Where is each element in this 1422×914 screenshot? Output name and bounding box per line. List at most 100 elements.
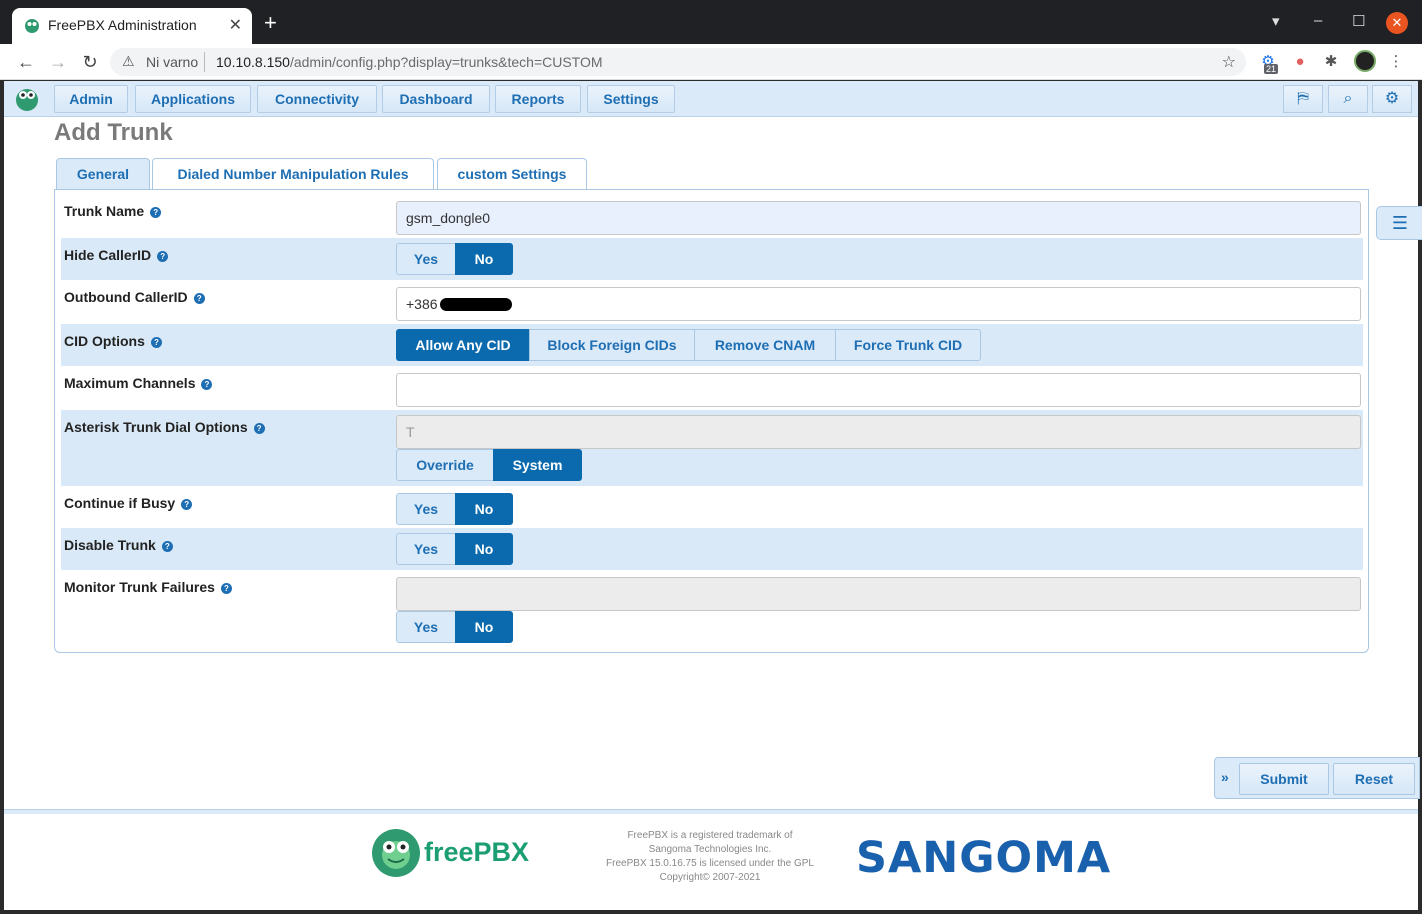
cid-options-toggle: Allow Any CID Block Foreign CIDs Remove … xyxy=(396,329,981,361)
hide-callerid-toggle: Yes No xyxy=(396,243,513,275)
security-label[interactable]: Ni varno xyxy=(146,54,198,70)
menu-reports[interactable]: Reports xyxy=(495,85,581,113)
hide-callerid-row: Hide CallerID? Yes No xyxy=(61,238,1363,280)
continue-if-busy-no[interactable]: No xyxy=(455,493,513,525)
forward-icon[interactable]: → xyxy=(46,50,70,74)
profile-avatar[interactable] xyxy=(1354,50,1376,72)
tab-dialed-number-rules[interactable]: Dialed Number Manipulation Rules xyxy=(152,158,434,190)
help-icon[interactable]: ? xyxy=(150,207,162,218)
monitor-failures-toggle: Yes No xyxy=(396,611,513,643)
help-icon[interactable]: ? xyxy=(201,379,213,390)
warning-icon[interactable]: ⚠ xyxy=(122,53,135,70)
help-icon[interactable]: ? xyxy=(150,337,162,348)
menu-connectivity[interactable]: Connectivity xyxy=(257,85,377,113)
monitor-failures-row: Monitor Trunk Failures? Yes No xyxy=(61,570,1363,648)
back-icon[interactable]: ← xyxy=(14,50,38,74)
tab-close-icon[interactable]: ✕ xyxy=(229,15,242,35)
footer-legal: FreePBX is a registered trademark of San… xyxy=(600,829,820,885)
address-divider xyxy=(204,52,205,72)
menu-dashboard[interactable]: Dashboard xyxy=(382,85,490,113)
trunk-form: Trunk Name? gsm_dongle0 Hide CallerID? Y… xyxy=(54,189,1369,653)
help-icon[interactable]: ? xyxy=(220,583,232,594)
monitor-failures-label: Monitor Trunk Failures? xyxy=(64,579,232,595)
freepbx-menubar: Admin Applications Connectivity Dashboar… xyxy=(4,81,1418,117)
extension-badge: 21 xyxy=(1264,64,1279,74)
freepbx-footer-logo-icon[interactable] xyxy=(370,827,422,879)
redaction-mark xyxy=(439,298,512,311)
menu-applications[interactable]: Applications xyxy=(135,85,251,113)
trunk-name-input[interactable]: gsm_dongle0 xyxy=(396,201,1361,235)
continue-if-busy-label: Continue if Busy? xyxy=(64,495,193,511)
reload-icon[interactable]: ↻ xyxy=(78,50,102,74)
dial-options-system[interactable]: System xyxy=(493,449,582,481)
help-icon[interactable]: ? xyxy=(181,499,193,510)
cid-remove-cnam[interactable]: Remove CNAM xyxy=(694,329,836,361)
hide-callerid-yes[interactable]: Yes xyxy=(396,243,456,275)
extensions-puzzle-icon[interactable]: ✱ xyxy=(1321,52,1341,72)
minimize-icon[interactable]: – xyxy=(1314,12,1322,29)
window-close-icon[interactable]: ✕ xyxy=(1386,12,1408,34)
help-icon[interactable]: ? xyxy=(193,293,205,304)
dial-options-input[interactable]: T xyxy=(396,415,1361,449)
hide-callerid-label: Hide CallerID? xyxy=(64,247,169,263)
help-icon[interactable]: ? xyxy=(161,541,173,552)
menu-admin[interactable]: Admin xyxy=(54,85,128,113)
side-menu-list-icon[interactable]: ☰ xyxy=(1376,206,1422,240)
legal-line: Sangoma Technologies Inc. xyxy=(648,844,772,855)
extension-record-icon[interactable]: ● xyxy=(1290,52,1310,72)
outbound-callerid-row: Outbound CallerID? +386 xyxy=(61,280,1363,324)
cid-block-foreign[interactable]: Block Foreign CIDs xyxy=(529,329,695,361)
disable-trunk-yes[interactable]: Yes xyxy=(396,533,456,565)
maximize-icon[interactable]: ☐ xyxy=(1352,12,1365,30)
help-icon[interactable]: ? xyxy=(253,423,265,434)
legal-line: FreePBX is a registered trademark of xyxy=(627,830,793,841)
url-text[interactable]: 10.10.8.150/admin/config.php?display=tru… xyxy=(216,54,603,70)
browser-tab[interactable]: FreePBX Administration ✕ xyxy=(12,8,252,44)
cid-force-trunk[interactable]: Force Trunk CID xyxy=(835,329,981,361)
profile-menu-icon[interactable]: ▾ xyxy=(1272,12,1280,30)
action-bar-expand-icon[interactable]: » xyxy=(1221,769,1229,785)
monitor-failures-yes[interactable]: Yes xyxy=(396,611,456,643)
sangoma-logo[interactable]: SANGOMA xyxy=(856,833,1111,883)
freepbx-wordmark[interactable]: freePBX xyxy=(424,837,529,868)
tab-general[interactable]: General xyxy=(56,158,150,190)
monitor-failures-no[interactable]: No xyxy=(455,611,513,643)
outbound-callerid-input[interactable]: +386 xyxy=(396,287,1361,321)
reset-button[interactable]: Reset xyxy=(1333,763,1415,795)
cid-options-label: CID Options? xyxy=(64,333,162,349)
menu-settings[interactable]: Settings xyxy=(587,85,675,113)
continue-if-busy-row: Continue if Busy? Yes No xyxy=(61,486,1363,528)
browser-menu-icon[interactable]: ⋮ xyxy=(1386,52,1406,72)
disable-trunk-row: Disable Trunk? Yes No xyxy=(61,528,1363,570)
freepbx-favicon-icon xyxy=(25,19,39,33)
continue-if-busy-yes[interactable]: Yes xyxy=(396,493,456,525)
new-tab-icon[interactable]: + xyxy=(264,12,277,34)
help-icon[interactable]: ? xyxy=(157,251,169,262)
browser-titlebar: FreePBX Administration ✕ + ▾ – ☐ ✕ xyxy=(0,0,1422,44)
continue-if-busy-toggle: Yes No xyxy=(396,493,513,525)
outbound-callerid-label: Outbound CallerID? xyxy=(64,289,205,305)
legal-line: Copyright© 2007-2021 xyxy=(659,872,761,883)
monitor-failures-input[interactable] xyxy=(396,577,1361,611)
hide-callerid-no[interactable]: No xyxy=(455,243,513,275)
max-channels-input[interactable] xyxy=(396,373,1361,407)
submit-button[interactable]: Submit xyxy=(1239,763,1329,795)
action-bar: » Submit Reset xyxy=(1214,757,1420,799)
dial-options-override[interactable]: Override xyxy=(396,449,494,481)
cid-allow-any[interactable]: Allow Any CID xyxy=(396,329,530,361)
page-content: Admin Applications Connectivity Dashboar… xyxy=(4,81,1422,910)
dial-options-toggle: Override System xyxy=(396,449,582,481)
settings-gear-icon[interactable]: ⚙ xyxy=(1372,85,1412,113)
max-channels-row: Maximum Channels? xyxy=(61,366,1363,410)
trunk-name-row: Trunk Name? gsm_dongle0 xyxy=(61,194,1363,238)
disable-trunk-no[interactable]: No xyxy=(455,533,513,565)
cid-options-row: CID Options? Allow Any CID Block Foreign… xyxy=(61,324,1363,366)
browser-toolbar: ← → ↻ ⚠ Ni varno 10.10.8.150/admin/confi… xyxy=(0,44,1422,80)
freepbx-logo-icon[interactable] xyxy=(14,86,40,112)
bookmark-star-icon[interactable]: ☆ xyxy=(1222,52,1236,72)
search-icon[interactable]: ⌕ xyxy=(1328,85,1368,113)
address-bar[interactable]: ⚠ Ni varno 10.10.8.150/admin/config.php?… xyxy=(110,48,1246,76)
language-icon[interactable]: ⛿ xyxy=(1283,85,1323,113)
dial-options-row: Asterisk Trunk Dial Options? T Override … xyxy=(61,410,1363,486)
tab-custom-settings[interactable]: custom Settings xyxy=(437,158,587,190)
